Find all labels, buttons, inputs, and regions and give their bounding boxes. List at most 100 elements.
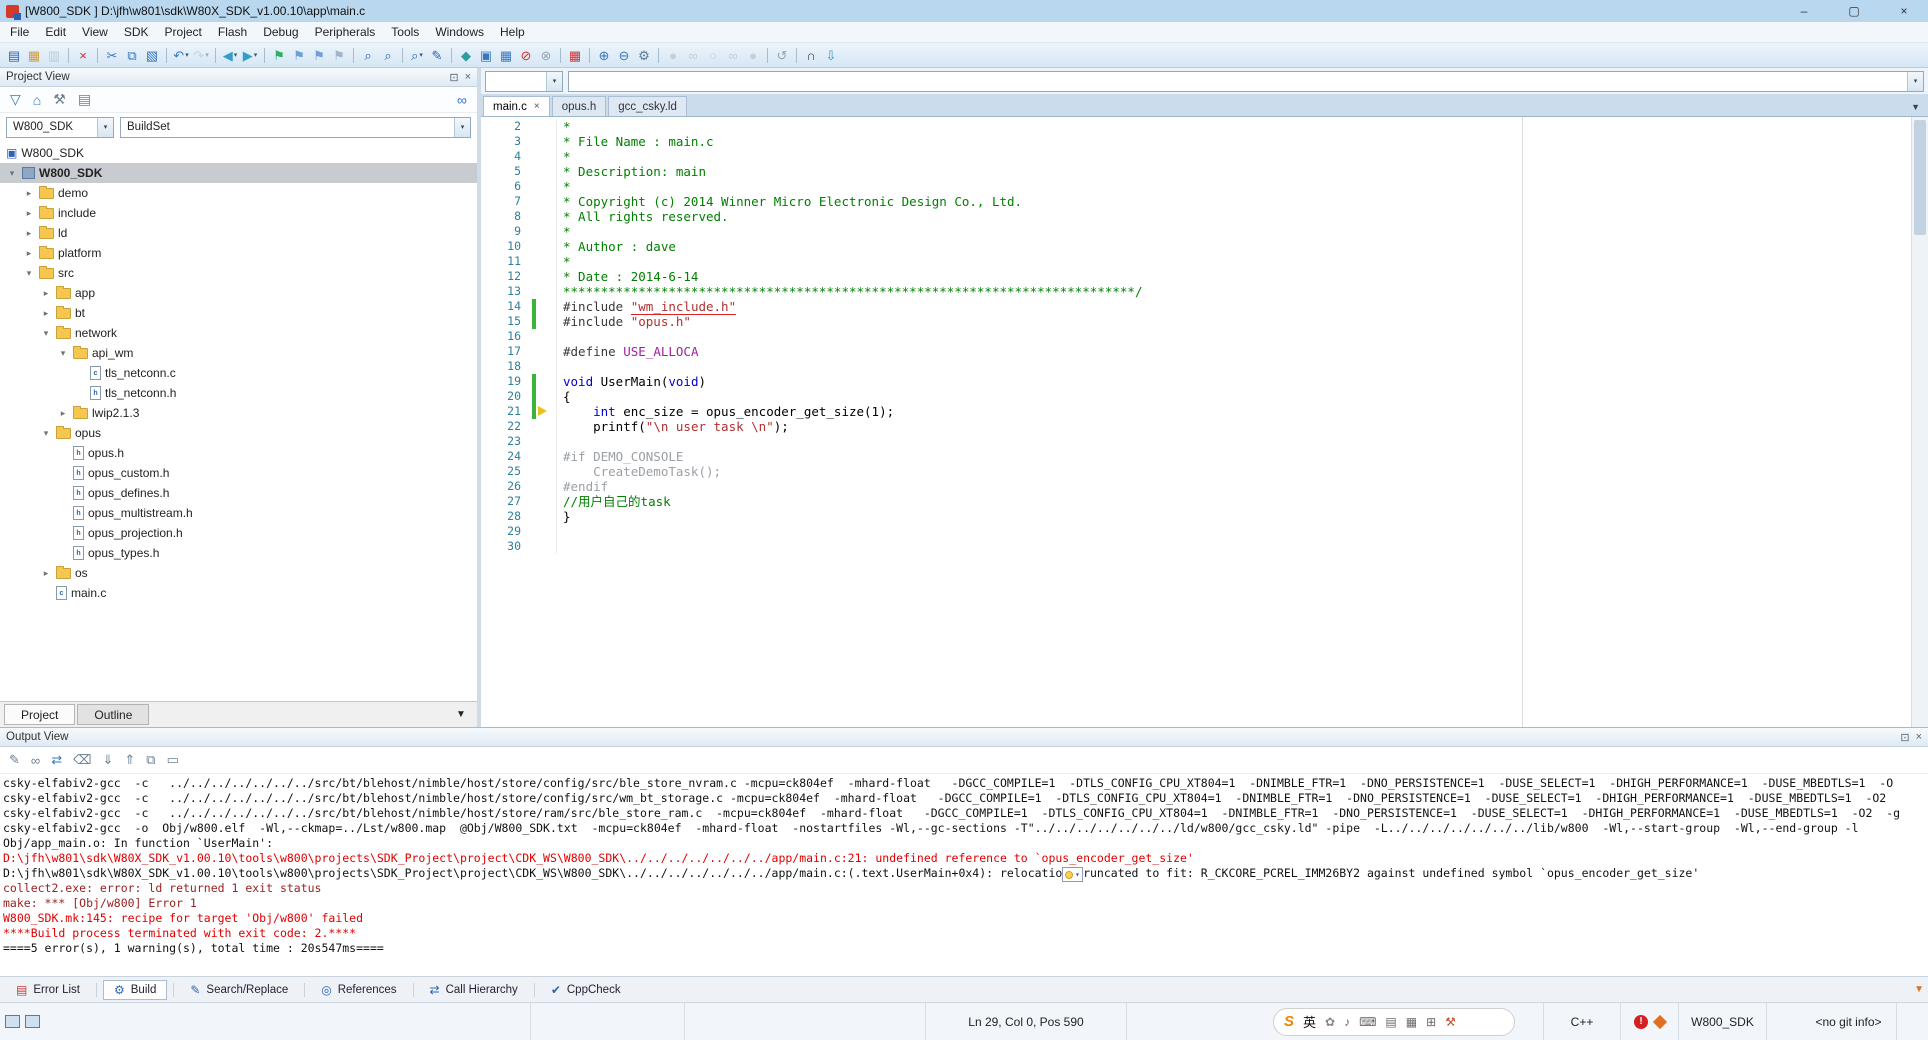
tree-item-opus[interactable]: ▾opus bbox=[0, 423, 477, 443]
tab-list-dropdown-icon[interactable]: ▼ bbox=[1911, 102, 1926, 116]
search-button[interactable]: ⌕ bbox=[358, 45, 378, 66]
code-line-20[interactable]: 20{ bbox=[481, 389, 1928, 404]
maximize-button[interactable]: ▢ bbox=[1834, 1, 1874, 21]
output-line-8[interactable]: collect2.exe: error: ld returned 1 exit … bbox=[3, 881, 1928, 896]
dropdown-arrow-icon[interactable]: ▾ bbox=[254, 51, 258, 59]
tree-item-network[interactable]: ▾network bbox=[0, 323, 477, 343]
output-line-7[interactable]: D:\jfh\w801\sdk\W80X_SDK_v1.00.10\tools\… bbox=[3, 866, 1928, 881]
tree-item-os[interactable]: ▸os bbox=[0, 563, 477, 583]
minimize-button[interactable]: – bbox=[1784, 1, 1824, 21]
annotate-button[interactable]: ✎ bbox=[427, 45, 447, 66]
tree-item-lwip2.1.3[interactable]: ▸lwip2.1.3 bbox=[0, 403, 477, 423]
code-line-11[interactable]: 11* bbox=[481, 254, 1928, 269]
tree-item-include[interactable]: ▸include bbox=[0, 203, 477, 223]
buildset-select[interactable]: BuildSet ▾ bbox=[120, 117, 471, 138]
ime-toolbar[interactable]: S 英 ✿♪⌨▤▦⊞⚒ bbox=[1273, 1008, 1515, 1036]
chevron-expanded-icon[interactable]: ▾ bbox=[23, 268, 35, 279]
error-indicator-icon[interactable]: ! bbox=[1634, 1015, 1648, 1029]
tree-item-platform[interactable]: ▸platform bbox=[0, 243, 477, 263]
ime-skin-icon[interactable]: ✿ bbox=[1325, 1015, 1335, 1029]
ime-wrench-icon[interactable]: ⚒ bbox=[1445, 1015, 1456, 1029]
ime-language-label[interactable]: 英 bbox=[1303, 1012, 1316, 1031]
code-line-9[interactable]: 9* bbox=[481, 224, 1928, 239]
code-line-28[interactable]: 28} bbox=[481, 509, 1928, 524]
build-button[interactable]: ◆ bbox=[456, 45, 476, 66]
clear-all-icon[interactable]: ▭ bbox=[167, 752, 179, 768]
symbol-list-select[interactable]: ▾ bbox=[568, 71, 1924, 92]
panel-tab-call-hierarchy[interactable]: ⇄Call Hierarchy bbox=[420, 980, 528, 1000]
close-panel-icon[interactable]: × bbox=[1916, 731, 1922, 744]
code-line-8[interactable]: 8* All rights reserved. bbox=[481, 209, 1928, 224]
search-in-files-button[interactable]: ⌕ bbox=[378, 45, 398, 66]
tree-item-src[interactable]: ▾src bbox=[0, 263, 477, 283]
menu-debug[interactable]: Debug bbox=[255, 23, 306, 41]
tree-item-main.c[interactable]: cmain.c bbox=[0, 583, 477, 603]
code-line-27[interactable]: 27//用户自己的task bbox=[481, 494, 1928, 509]
menu-windows[interactable]: Windows bbox=[427, 23, 492, 41]
float-panel-icon[interactable]: ⊡ bbox=[449, 71, 458, 84]
export-log-icon[interactable]: ⇑ bbox=[124, 752, 135, 768]
code-line-18[interactable]: 18 bbox=[481, 359, 1928, 374]
code-line-17[interactable]: 17#define USE_ALLOCA bbox=[481, 344, 1928, 359]
dropdown-arrow-icon[interactable]: ▾ bbox=[205, 51, 209, 59]
tree-item-ld[interactable]: ▸ld bbox=[0, 223, 477, 243]
editor-tab-opus.h[interactable]: opus.h bbox=[552, 96, 607, 116]
copy-button[interactable]: ⧉ bbox=[122, 45, 142, 66]
output-line-11[interactable]: ****Build process terminated with exit c… bbox=[3, 926, 1928, 941]
copy-output-icon[interactable]: ⧉ bbox=[146, 752, 155, 768]
output-line-9[interactable]: make: *** [Obj/w800] Error 1 bbox=[3, 896, 1928, 911]
debug-stop-button[interactable]: ● bbox=[743, 45, 763, 66]
symbol-scope-select[interactable]: ▾ bbox=[485, 71, 563, 92]
tab-project[interactable]: Project bbox=[4, 704, 75, 725]
output-line-1[interactable]: csky-elfabiv2-gcc -c ../../../../../../.… bbox=[3, 776, 1928, 791]
toggle-sidebar-icon[interactable] bbox=[5, 1015, 20, 1028]
output-line-5[interactable]: Obj/app_main.o: In function `UserMain': bbox=[3, 836, 1928, 851]
download-button[interactable]: ⇩ bbox=[821, 45, 841, 66]
modified-indicator-icon[interactable] bbox=[1653, 1014, 1667, 1028]
import-log-icon[interactable]: ⇓ bbox=[102, 752, 113, 768]
chevron-collapsed-icon[interactable]: ▸ bbox=[23, 188, 35, 199]
menu-view[interactable]: View bbox=[74, 23, 116, 41]
code-line-5[interactable]: 5* Description: main bbox=[481, 164, 1928, 179]
chevron-collapsed-icon[interactable]: ▸ bbox=[23, 228, 35, 239]
float-panel-icon[interactable]: ⊡ bbox=[1900, 731, 1909, 744]
tab-outline[interactable]: Outline bbox=[77, 704, 149, 725]
stop-build-button[interactable]: ⊘ bbox=[516, 45, 536, 66]
code-line-26[interactable]: 26#endif bbox=[481, 479, 1928, 494]
code-line-7[interactable]: 7* Copyright (c) 2014 Winner Micro Elect… bbox=[481, 194, 1928, 209]
prev-bookmark-button[interactable]: ⚑ bbox=[289, 45, 309, 66]
chevron-collapsed-icon[interactable]: ▸ bbox=[23, 208, 35, 219]
save-button[interactable]: ▥ bbox=[44, 45, 64, 66]
tree-item-demo[interactable]: ▸demo bbox=[0, 183, 477, 203]
navigate-forward-button[interactable]: ▶▾ bbox=[240, 45, 260, 66]
panel-tab-error-list[interactable]: ▤Error List bbox=[6, 980, 90, 1000]
code-line-16[interactable]: 16 bbox=[481, 329, 1928, 344]
clear-output-icon[interactable]: ⌫ bbox=[73, 752, 91, 768]
new-file-button[interactable]: ▤ bbox=[4, 45, 24, 66]
build-output-log[interactable]: ▾ csky-elfabiv2-gcc -c ../../../../../..… bbox=[0, 774, 1928, 976]
serial-monitor-button[interactable]: ∩ bbox=[801, 45, 821, 66]
menu-tools[interactable]: Tools bbox=[383, 23, 427, 41]
quick-fix-hint[interactable]: ▾ bbox=[1062, 867, 1083, 882]
debug-attach-button[interactable]: ∞ bbox=[683, 45, 703, 66]
ime-mic-icon[interactable]: ♪ bbox=[1344, 1015, 1350, 1029]
code-line-12[interactable]: 12* Date : 2014-6-14 bbox=[481, 269, 1928, 284]
chevron-collapsed-icon[interactable]: ▸ bbox=[40, 288, 52, 299]
tree-item-W800_SDK[interactable]: ▾W800_SDK bbox=[0, 163, 477, 183]
cut-button[interactable]: ✂ bbox=[102, 45, 122, 66]
output-line-10[interactable]: W800_SDK.mk:145: recipe for target 'Obj/… bbox=[3, 911, 1928, 926]
menu-sdk[interactable]: SDK bbox=[116, 23, 157, 41]
close-panel-icon[interactable]: × bbox=[465, 71, 471, 84]
menu-project[interactable]: Project bbox=[157, 23, 210, 41]
paste-button[interactable]: ▧ bbox=[142, 45, 162, 66]
menu-peripherals[interactable]: Peripherals bbox=[307, 23, 384, 41]
chevron-expanded-icon[interactable]: ▾ bbox=[40, 428, 52, 439]
chevron-collapsed-icon[interactable]: ▸ bbox=[23, 248, 35, 259]
menu-file[interactable]: File bbox=[2, 23, 37, 41]
output-line-2[interactable]: csky-elfabiv2-gcc -c ../../../../../../.… bbox=[3, 791, 1928, 806]
tree-item-opus_defines.h[interactable]: hopus_defines.h bbox=[0, 483, 477, 503]
close-button[interactable]: × bbox=[1884, 1, 1924, 21]
code-line-30[interactable]: 30 bbox=[481, 539, 1928, 554]
zoom-in-button[interactable]: ⊕ bbox=[594, 45, 614, 66]
ime-grid-icon[interactable]: ⊞ bbox=[1426, 1015, 1436, 1029]
